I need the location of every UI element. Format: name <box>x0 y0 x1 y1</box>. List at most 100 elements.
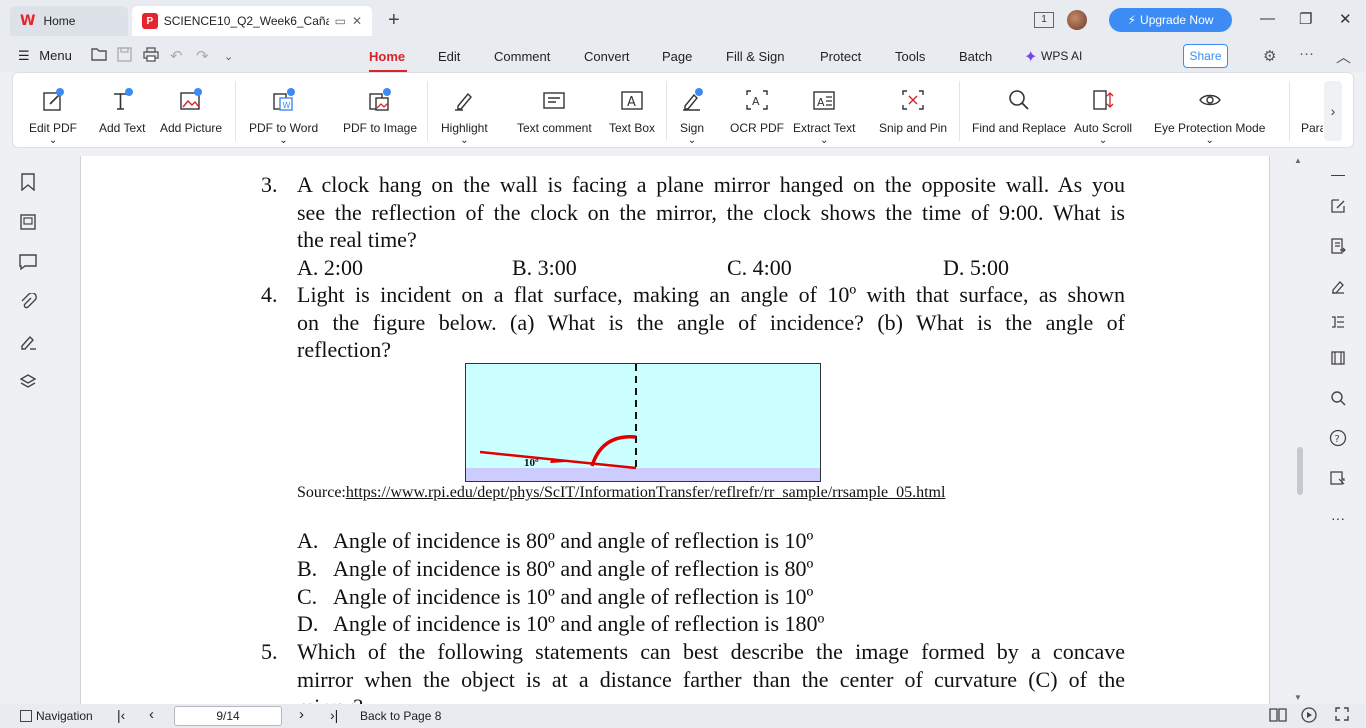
avatar[interactable] <box>1067 10 1087 30</box>
vertical-scrollbar[interactable]: ▲ ▼ <box>1293 156 1303 704</box>
answer-option: B. 3:00 <box>512 255 577 280</box>
add-text-tool[interactable]: Add Text <box>99 73 145 147</box>
tab-protect[interactable]: Protect <box>820 49 861 64</box>
help-icon[interactable]: ? <box>1328 428 1348 448</box>
minimize-icon[interactable]: — <box>1260 10 1275 27</box>
hamburger-icon: ☰ <box>18 48 30 63</box>
tool-label: Highlight <box>441 121 488 135</box>
fullscreen-icon[interactable] <box>1335 707 1349 724</box>
share-button[interactable]: Share <box>1183 44 1228 68</box>
collapse-ribbon-icon[interactable]: ︿ <box>1336 46 1351 67</box>
undo-icon[interactable]: ↶ <box>170 47 183 65</box>
layers-icon[interactable] <box>18 372 38 392</box>
tab-comment[interactable]: Comment <box>494 49 550 64</box>
source-link[interactable]: https://www.rpi.edu/dept/phys/ScIT/Infor… <box>346 484 946 501</box>
tab-convert[interactable]: Convert <box>584 49 630 64</box>
sign-panel-icon[interactable] <box>1328 276 1348 296</box>
tab-home-ribbon[interactable]: Home <box>369 49 405 64</box>
open-folder-icon[interactable] <box>91 47 107 65</box>
answer-option-letter: A. <box>297 528 319 553</box>
monitor-icon[interactable]: ▭ <box>335 14 346 28</box>
page-count-badge[interactable]: 1 <box>1034 12 1054 28</box>
paragraph-tool[interactable]: Para <box>1301 73 1323 147</box>
add-picture-tool[interactable]: Add Picture <box>160 73 222 147</box>
sign-icon <box>679 87 705 113</box>
page-number-input[interactable]: 9/14 <box>174 706 282 726</box>
snip-pin-tool[interactable]: Snip and Pin <box>879 73 947 147</box>
more-panels-icon[interactable]: ··· <box>1328 508 1348 528</box>
sign-tool[interactable]: Sign ⌄ <box>679 73 705 147</box>
edit-pdf-tool[interactable]: Edit PDF ⌄ <box>29 73 77 147</box>
bookmark-icon[interactable] <box>18 172 38 192</box>
tab-tools[interactable]: Tools <box>895 49 925 64</box>
thumbnail-icon[interactable] <box>18 212 38 232</box>
edit-icon[interactable] <box>1328 196 1348 216</box>
auto-scroll-icon <box>1090 87 1116 113</box>
left-sidebar <box>0 156 56 704</box>
auto-scroll-tool[interactable]: Auto Scroll ⌄ <box>1074 73 1132 147</box>
chevron-down-icon: ⌄ <box>460 135 469 146</box>
title-bar: W Home P SCIENCE10_Q2_Week6_Cañada ▭ ✕ +… <box>0 0 1366 40</box>
document-viewport[interactable]: 3. A clock hang on the wall is facing a … <box>56 156 1310 704</box>
text-comment-tool[interactable]: Text comment <box>517 73 592 147</box>
tab-fill-sign[interactable]: Fill & Sign <box>726 49 785 64</box>
more-icon[interactable]: ··· <box>1299 45 1314 62</box>
ocr-pdf-tool[interactable]: A OCR PDF <box>730 73 784 147</box>
save-icon[interactable] <box>117 47 132 66</box>
tool-label: Edit PDF <box>29 121 78 135</box>
scroll-down-icon[interactable]: ▼ <box>1294 693 1302 702</box>
document-properties-icon[interactable] <box>1328 236 1348 256</box>
text-direction-icon[interactable] <box>1328 312 1348 332</box>
tab-edit[interactable]: Edit <box>438 49 460 64</box>
chevron-down-icon[interactable]: ⌄ <box>224 50 233 63</box>
text-box-tool[interactable]: A Text Box <box>609 73 655 147</box>
question-text-line: see the reflection of the clock on the m… <box>297 200 1125 225</box>
book-view-icon[interactable] <box>1269 707 1287 726</box>
tab-home[interactable]: W Home <box>10 6 128 36</box>
tool-label: Text comment <box>517 121 592 135</box>
new-tab-icon[interactable]: + <box>388 9 400 32</box>
reflection-figure: 10º <box>465 363 821 482</box>
question-text-line: reflection? <box>297 337 392 362</box>
close-window-icon[interactable]: ✕ <box>1339 10 1352 28</box>
find-replace-tool[interactable]: Find and Replace <box>972 73 1066 147</box>
attachment-icon[interactable] <box>18 292 38 312</box>
navigation-button[interactable]: Navigation <box>20 709 93 723</box>
pdf-to-image-tool[interactable]: PDF to Image <box>343 73 417 147</box>
tab-batch[interactable]: Batch <box>959 49 992 64</box>
first-page-icon[interactable]: |‹ <box>117 707 125 723</box>
highlight-tool[interactable]: Highlight ⌄ <box>441 73 488 147</box>
tool-label: Add Text <box>99 121 146 135</box>
tab-page[interactable]: Page <box>662 49 692 64</box>
print-icon[interactable] <box>143 47 159 66</box>
close-tab-icon[interactable]: ✕ <box>352 14 362 28</box>
scrollbar-thumb[interactable] <box>1297 447 1303 495</box>
wps-ai-button[interactable]: ✦ WPS AI <box>1024 47 1082 67</box>
signature-panel-icon[interactable] <box>18 332 38 352</box>
restore-icon[interactable]: ❐ <box>1299 10 1312 28</box>
upgrade-button[interactable]: ⚡ Upgrade Now <box>1109 8 1232 32</box>
tab-document[interactable]: P SCIENCE10_Q2_Week6_Cañada ▭ ✕ <box>132 6 372 36</box>
next-page-icon[interactable]: › <box>299 706 304 723</box>
lightning-icon: ⚡ <box>1127 13 1137 27</box>
convert-panel-icon[interactable] <box>1328 348 1348 368</box>
back-to-page-link[interactable]: Back to Page 8 <box>360 709 441 723</box>
pdf-to-word-tool[interactable]: W PDF to Word ⌄ <box>249 73 318 147</box>
menu-button[interactable]: ☰ Menu <box>18 48 72 64</box>
collapse-panel-icon[interactable]: — <box>1328 164 1348 184</box>
extract-text-tool[interactable]: A Extract Text ⌄ <box>793 73 855 147</box>
eye-protection-tool[interactable]: Eye Protection Mode ⌄ <box>1154 73 1265 147</box>
search-icon[interactable] <box>1328 388 1348 408</box>
read-mode-icon[interactable] <box>1328 468 1348 488</box>
redo-icon[interactable]: ↷ <box>196 47 209 65</box>
last-page-icon[interactable]: ›| <box>330 707 338 723</box>
settings-icon[interactable]: ⚙ <box>1263 47 1276 65</box>
paragraph-icon <box>1301 87 1323 113</box>
question-text-line: on the figure below. (a) What is the ang… <box>297 310 1125 335</box>
play-icon[interactable] <box>1301 707 1317 726</box>
scroll-up-icon[interactable]: ▲ <box>1294 156 1302 165</box>
question-text-line: mirror when the object is at a distance … <box>297 667 1125 692</box>
comment-icon[interactable] <box>18 252 38 272</box>
previous-page-icon[interactable]: ‹ <box>149 706 154 723</box>
toolbar-scroll-right-icon[interactable]: › <box>1324 81 1342 141</box>
